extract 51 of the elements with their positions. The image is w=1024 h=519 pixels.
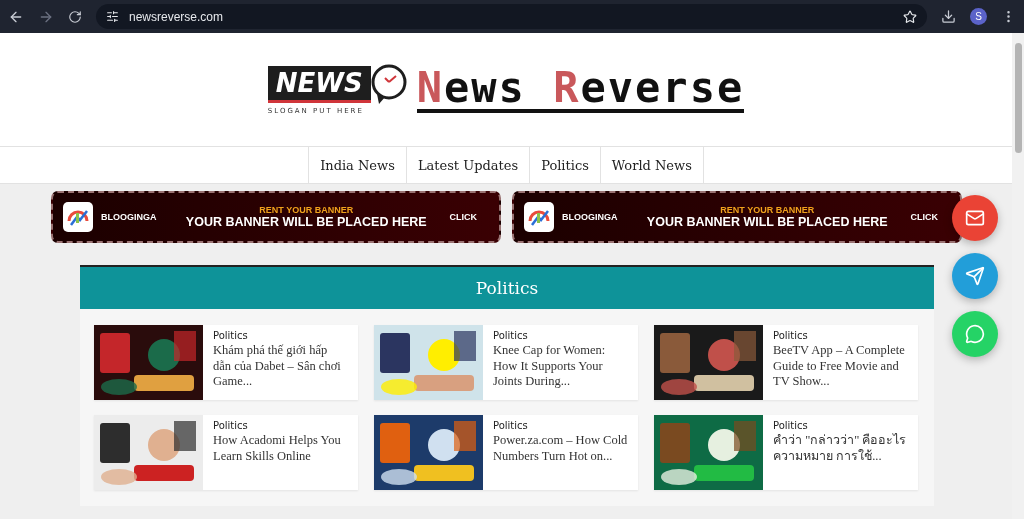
post-category: Politics [493, 330, 529, 341]
email-button[interactable] [952, 195, 998, 241]
post-category: Politics [773, 330, 809, 341]
site-title: News Reverse [416, 66, 745, 113]
clock-icon [370, 64, 407, 104]
scrollbar-thumb[interactable] [1014, 43, 1022, 153]
post-title[interactable]: BeeTV App – A Complete Guide to Free Movie and TV Show... [773, 343, 908, 390]
post-title[interactable]: คำว่า "กล่าวว่า" คืออะไร ความหมาย การใช้... [773, 433, 908, 464]
banner-kicker: RENT YOUR BANNER [259, 205, 354, 215]
profile-avatar[interactable]: S [970, 8, 987, 25]
section-header: Politics [80, 267, 934, 309]
address-bar[interactable]: newsreverse.com [96, 4, 927, 29]
email-icon [965, 208, 985, 228]
banner-action: CLICK [910, 212, 938, 222]
post-card[interactable]: Politics คำว่า "กล่าวว่า" คืออะไร ความหมาย การใช้... [654, 415, 918, 490]
post-category: Politics [773, 420, 809, 431]
nav-link[interactable]: World News [599, 147, 704, 183]
telegram-button[interactable] [952, 253, 998, 299]
post-title[interactable]: Knee Cap for Women: How It Supports Your Joints During... [493, 343, 628, 390]
ad-banner[interactable]: BLOOGINGA RENT YOUR BANNER YOUR BANNER WILL BE PLACED HERE CLICK [51, 191, 501, 243]
post-card[interactable]: Politics How Acadomi Helps You Learn Skills Online [94, 415, 358, 490]
post-card[interactable]: Politics Khám phá thế giới hấp dẫn của Dabet – Sân chơi Game... [94, 325, 358, 400]
brand-name: BLOOGINGA [562, 212, 619, 222]
banner-headline: YOUR BANNER WILL BE PLACED HERE [185, 215, 427, 229]
post-card[interactable]: Politics Knee Cap for Women: How It Supports Your Joints During... [374, 325, 638, 400]
chart-logo-icon [524, 202, 554, 232]
ad-banner[interactable]: BLOOGINGA RENT YOUR BANNER YOUR BANNER WILL BE PLACED HERE CLICK [512, 191, 962, 243]
chat-bubble-icon [965, 324, 985, 344]
post-category: Politics [213, 330, 249, 341]
bookmark-star-icon[interactable] [903, 9, 917, 24]
nav-link[interactable]: Politics [529, 147, 600, 183]
reload-icon[interactable] [68, 9, 82, 24]
download-icon[interactable] [941, 9, 956, 24]
post-title[interactable]: Power.za.com – How Cold Numbers Turn Hot on... [493, 433, 628, 464]
nav-link[interactable]: Latest Updates [405, 147, 530, 183]
site-info-icon[interactable] [106, 10, 119, 23]
post-category: Politics [493, 420, 529, 431]
post-title[interactable]: How Acadomi Helps You Learn Skills Online [213, 433, 348, 464]
banner-action: CLICK [449, 212, 477, 222]
url-text: newsreverse.com [129, 9, 224, 24]
banner-kicker: RENT YOUR BANNER [720, 205, 815, 215]
chart-logo-icon [63, 202, 93, 232]
logo-badge: NEWS [267, 65, 371, 103]
banner-headline: YOUR BANNER WILL BE PLACED HERE [646, 215, 888, 229]
post-title[interactable]: Khám phá thế giới hấp dẫn của Dabet – Sân chơi Game... [213, 343, 348, 390]
post-category: Politics [213, 420, 249, 431]
post-card[interactable]: Politics BeeTV App – A Complete Guide to Free Movie and TV Show... [654, 325, 918, 400]
post-card[interactable]: Politics Power.za.com – How Cold Numbers Turn Hot on... [374, 415, 638, 490]
brand-name: BLOOGINGA [101, 212, 158, 222]
paper-plane-icon [965, 266, 985, 286]
nav-link[interactable]: India News [308, 147, 406, 183]
